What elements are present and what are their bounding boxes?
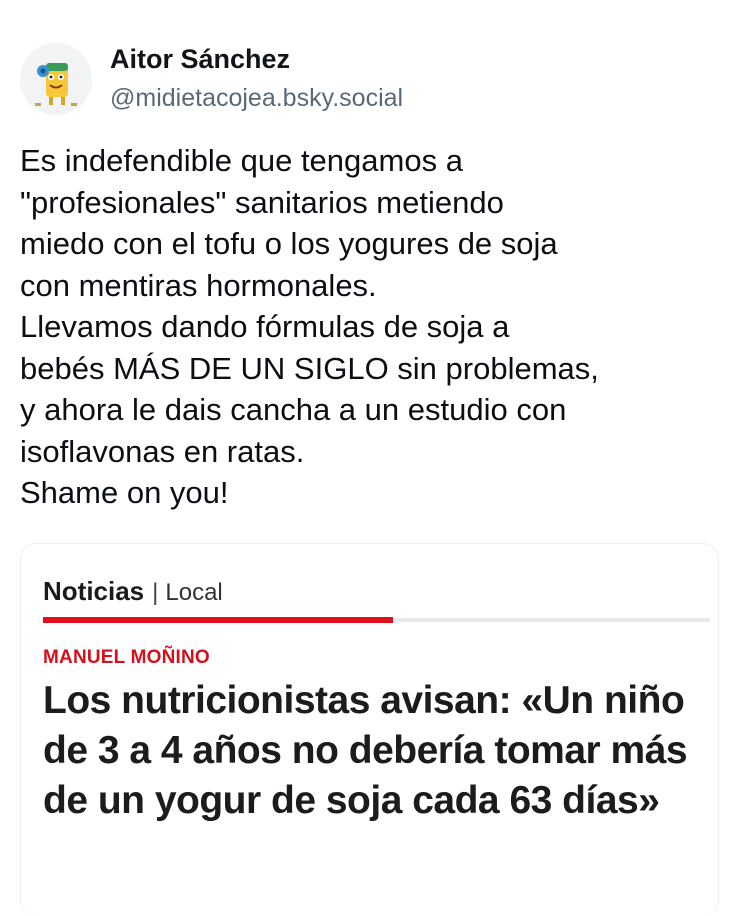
author-handle[interactable]: @midietacojea.bsky.social <box>110 84 403 113</box>
post-line: con mentiras hormonales. <box>20 267 377 303</box>
social-post: Aitor Sánchez @midietacojea.bsky.social … <box>0 0 735 916</box>
article-subsection: Local <box>165 579 223 606</box>
post-line: Llevamos dando fórmulas de soja a <box>20 309 510 344</box>
post-line: Shame on you! <box>20 475 229 510</box>
avatar-icon <box>35 63 77 106</box>
post-line: isoflavonas en ratas. <box>20 433 305 469</box>
article-headline[interactable]: Los nutricionistas avisan: «Un niño de 3… <box>43 676 713 826</box>
article-byline: MANUEL MOÑINO <box>43 647 210 668</box>
section-separator: | <box>152 579 159 606</box>
embedded-article-card[interactable]: Noticias | Local MANUEL MOÑINO Los nutri… <box>20 543 719 916</box>
post-line: "profesionales" sanitarios metiendo <box>20 184 504 220</box>
author-name[interactable]: Aitor Sánchez <box>110 44 290 75</box>
post-line: miedo con el tofu o los yogures de soja <box>20 226 558 261</box>
post-line: Es indefendible que tengamos a <box>20 143 463 178</box>
post-body: Es indefendible que tengamos a "profesio… <box>20 140 720 514</box>
article-section-row: Noticias | Local <box>43 576 223 610</box>
section-accent-bar <box>43 617 393 623</box>
post-line: bebés MÁS DE UN SIGLO sin problemas, <box>20 350 599 386</box>
article-section: Noticias <box>43 576 145 606</box>
post-line: y ahora le dais cancha a un estudio con <box>20 392 567 427</box>
author-avatar[interactable] <box>20 43 92 115</box>
